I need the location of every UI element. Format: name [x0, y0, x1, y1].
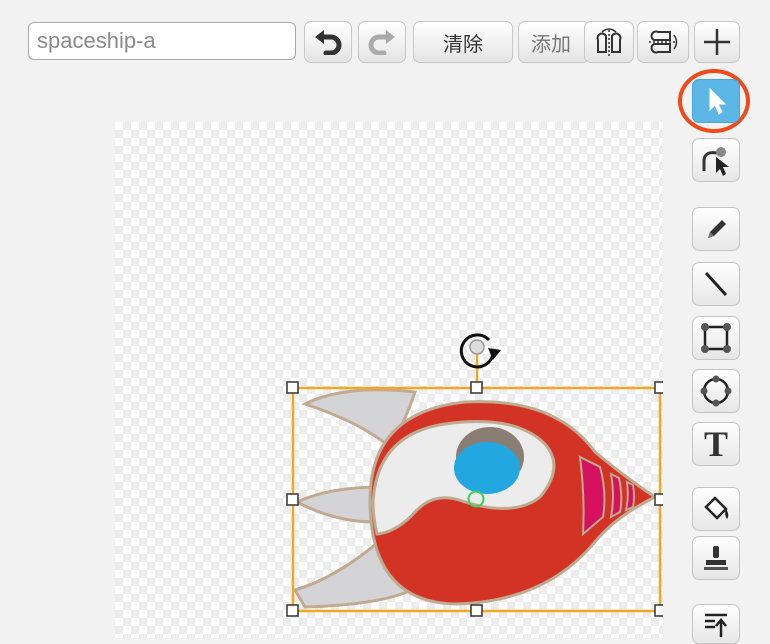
arrow-select-icon — [709, 87, 727, 115]
add-button[interactable]: 添加 — [518, 21, 590, 63]
line-icon — [704, 271, 728, 297]
middle-fin — [293, 485, 382, 524]
handle-bm — [470, 604, 483, 617]
handle-br — [654, 604, 663, 617]
pencil-icon — [708, 220, 726, 238]
pencil-tool-button[interactable] — [692, 207, 740, 251]
clear-button[interactable]: 清除 — [413, 21, 513, 63]
rectangle-icon — [701, 323, 731, 353]
fill-tool-button[interactable] — [692, 487, 740, 531]
bring-front-button[interactable] — [692, 604, 740, 644]
set-center-button[interactable] — [694, 21, 740, 63]
nose-stripe-2 — [609, 472, 623, 519]
costume-name-input[interactable] — [28, 22, 296, 60]
crosshair-icon — [704, 29, 730, 55]
add-button-label: 添加 — [531, 31, 571, 56]
text-tool-button[interactable]: T — [692, 422, 740, 466]
handle-tl — [286, 381, 299, 394]
rotate-handle-icon[interactable] — [459, 333, 501, 369]
spaceship-sprite[interactable] — [115, 122, 663, 638]
undo-icon — [315, 30, 342, 55]
clear-button-label: 清除 — [443, 31, 483, 56]
handle-tr — [654, 381, 663, 394]
handle-mr — [654, 493, 663, 506]
bring-front-icon — [705, 613, 727, 637]
text-icon: T — [703, 424, 728, 464]
reshape-tool-button[interactable] — [692, 138, 740, 182]
ship-window — [454, 442, 520, 494]
flip-vertical-icon — [649, 30, 678, 54]
handle-bl — [286, 604, 299, 617]
toolbar: 清除 添加 — [0, 0, 770, 80]
ellipse-icon — [700, 375, 732, 407]
rectangle-tool-button[interactable] — [692, 316, 740, 360]
select-tool-button[interactable] — [692, 79, 740, 123]
handle-tm — [470, 381, 483, 394]
reshape-icon — [702, 147, 729, 176]
undo-button[interactable] — [304, 21, 352, 63]
stamp-icon — [704, 546, 728, 570]
flip-horizontal-button[interactable] — [584, 21, 634, 63]
ellipse-tool-button[interactable] — [692, 369, 740, 413]
handle-ml — [286, 493, 299, 506]
nose-stripe-3 — [624, 480, 635, 512]
line-tool-button[interactable] — [692, 262, 740, 306]
redo-icon — [368, 30, 395, 55]
flip-horizontal-icon — [596, 28, 622, 56]
stamp-tool-button[interactable] — [692, 536, 740, 580]
redo-button[interactable] — [358, 21, 406, 63]
flip-vertical-button[interactable] — [637, 21, 689, 63]
drawing-canvas[interactable] — [115, 122, 663, 638]
paint-bucket-icon — [704, 496, 729, 520]
